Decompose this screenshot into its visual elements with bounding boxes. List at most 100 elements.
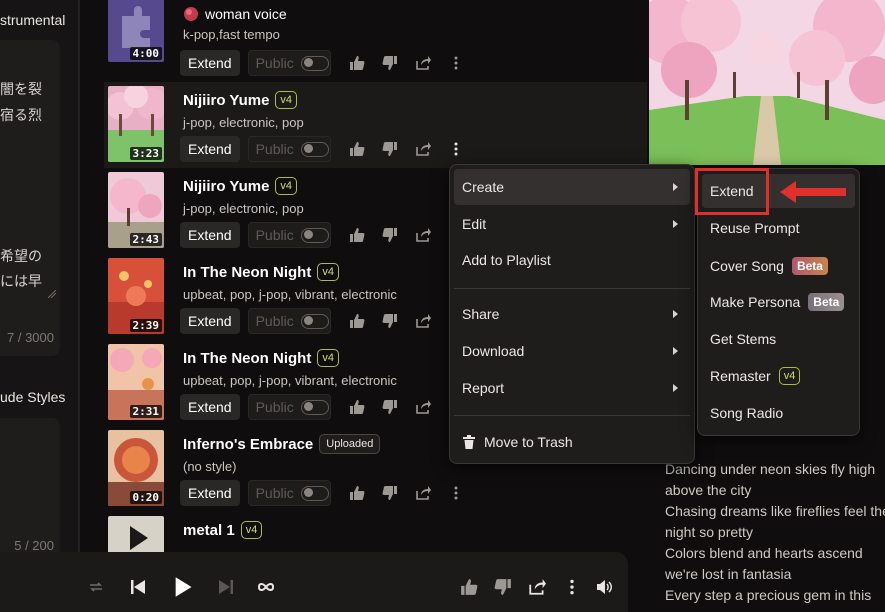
more-options-button[interactable] [559,574,585,600]
thumbs-up-icon [350,228,365,242]
extend-button[interactable]: Extend [180,50,240,76]
song-title[interactable]: Nijiiro Yume [183,178,269,195]
public-label: Public [255,485,294,501]
share-button[interactable] [407,136,440,162]
more-vertical-icon [454,56,458,70]
thumbs-up-icon [461,579,478,595]
song-cover[interactable]: 2:39 [108,258,164,334]
extend-button[interactable]: Extend [180,394,240,420]
like-button[interactable] [341,308,374,334]
like-button[interactable] [341,136,374,162]
share-button[interactable] [407,50,440,76]
lyrics-textarea[interactable]: 闇を裂 宿る烈 希望の には早 7 / 3000 [0,40,60,356]
submenu-item-label: Make Persona [710,294,801,310]
extend-button[interactable]: Extend [180,222,240,248]
share-button[interactable] [407,480,440,506]
song-title[interactable]: Inferno's Embrace [183,436,313,453]
menu-divider [454,288,690,289]
menu-item-report[interactable]: Report [454,370,690,406]
like-button[interactable] [456,574,482,600]
public-label: Public [255,313,294,329]
dislike-button[interactable] [374,222,407,248]
more-options-button[interactable] [440,136,473,162]
dislike-button[interactable] [374,136,407,162]
skip-forward-icon [219,580,233,594]
dislike-button[interactable] [374,480,407,506]
share-button[interactable] [407,222,440,248]
extend-button[interactable]: Extend [180,136,240,162]
public-label: Public [255,55,294,71]
song-row[interactable]: 3:23 Nijiiro Yume v4 j-pop, electronic, … [104,82,647,168]
public-toggle[interactable]: Public [247,136,331,162]
resize-handle-icon[interactable] [48,290,56,298]
song-cover[interactable]: 3:23 [108,86,164,162]
like-button[interactable] [341,50,374,76]
skip-back-icon [131,580,145,594]
like-button[interactable] [341,394,374,420]
lyric-line: Colors blend and hearts ascend [665,545,863,561]
extend-button[interactable]: Extend [180,308,240,334]
public-toggle[interactable]: Public [247,50,331,76]
persona-name[interactable]: woman voice [205,6,287,22]
dislike-button[interactable] [490,574,516,600]
volume-icon [597,580,612,594]
annotation-arrow-icon [780,181,846,203]
share-button[interactable] [407,394,440,420]
song-row[interactable]: 4:00 woman voice k-pop,fast tempo Extend… [104,0,647,76]
song-controls: Extend Public [180,480,473,506]
submenu-item-get-stems[interactable]: Get Stems [702,322,855,356]
song-duration: 2:31 [129,405,162,418]
public-toggle[interactable]: Public [247,394,331,420]
song-cover[interactable]: 4:00 [108,0,164,62]
share-icon [416,314,432,328]
song-duration: 2:43 [129,233,162,246]
submenu-item-label: Remaster [710,368,771,384]
exclude-styles-input[interactable]: 5 / 200 [0,418,60,568]
submenu-item-reuse-prompt[interactable]: Reuse Prompt [702,211,855,245]
loop-button[interactable] [253,574,279,600]
dislike-button[interactable] [374,50,407,76]
dislike-button[interactable] [374,308,407,334]
song-cover[interactable]: 2:31 [108,344,164,420]
song-title[interactable]: metal 1 [183,522,235,539]
share-button[interactable] [524,574,550,600]
song-title[interactable]: Nijiiro Yume [183,92,269,109]
like-button[interactable] [341,480,374,506]
extend-button[interactable]: Extend [180,480,240,506]
chevron-right-icon [673,310,678,318]
menu-item-share[interactable]: Share [454,296,690,332]
song-title[interactable]: In The Neon Night [183,350,311,367]
menu-item-add-to-playlist[interactable]: Add to Playlist [454,242,690,278]
menu-item-create[interactable]: Create [454,169,690,205]
thumbs-up-icon [350,314,365,328]
like-button[interactable] [341,222,374,248]
song-tags: j-pop, electronic, pop [183,115,304,130]
public-toggle[interactable]: Public [247,222,331,248]
chevron-right-icon [673,347,678,355]
song-cover[interactable]: 2:43 [108,172,164,248]
lyric-line: Dancing under neon skies fly high [665,461,876,477]
public-toggle[interactable]: Public [247,308,331,334]
volume-button[interactable] [591,574,617,600]
play-button[interactable] [168,572,198,602]
menu-item-move-to-trash[interactable]: Move to Trash [454,424,690,460]
submenu-item-song-radio[interactable]: Song Radio [702,396,855,430]
submenu-item-make-persona[interactable]: Make Persona Beta [702,285,855,319]
shuffle-button[interactable] [83,574,109,600]
next-button[interactable] [213,574,239,600]
toggle-switch-icon [300,313,329,329]
song-cover[interactable]: 0:20 [108,430,164,506]
menu-item-edit[interactable]: Edit [454,206,690,242]
more-options-button[interactable] [440,50,473,76]
submenu-item-label: Reuse Prompt [710,220,800,236]
share-button[interactable] [407,308,440,334]
dislike-button[interactable] [374,394,407,420]
submenu-item-remaster[interactable]: Remaster v4 [702,359,855,393]
song-duration: 2:39 [129,319,162,332]
menu-item-download[interactable]: Download [454,333,690,369]
previous-button[interactable] [125,574,151,600]
submenu-item-cover-song[interactable]: Cover Song Beta [702,249,855,283]
song-title[interactable]: In The Neon Night [183,264,311,281]
more-options-button[interactable] [440,480,473,506]
public-toggle[interactable]: Public [247,480,331,506]
